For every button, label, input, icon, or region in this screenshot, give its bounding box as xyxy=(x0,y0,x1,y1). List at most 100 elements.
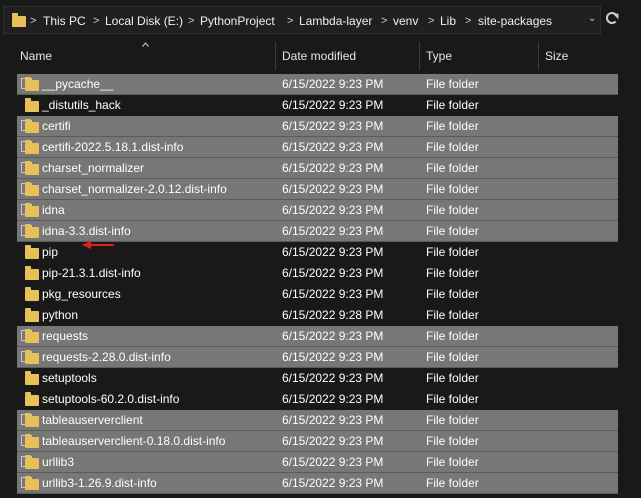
file-name: urllib3-1.26.9.dist-info xyxy=(42,476,157,490)
date-modified: 6/15/2022 9:23 PM xyxy=(282,161,384,175)
folder-icon xyxy=(25,77,39,91)
column-name[interactable]: Name xyxy=(20,49,52,63)
file-name: pip xyxy=(42,245,59,259)
breadcrumb-venv[interactable]: venv xyxy=(393,13,418,29)
file-name: requests-2.28.0.dist-info xyxy=(42,350,171,364)
breadcrumb-site-packages[interactable]: site-packages xyxy=(478,13,552,29)
folder-icon xyxy=(25,329,39,343)
folder-icon xyxy=(25,161,39,175)
file-name: __pycache__ xyxy=(42,77,114,91)
file-type: File folder xyxy=(426,98,479,112)
folder-icon xyxy=(25,203,39,217)
folder-icon xyxy=(25,287,39,301)
date-modified: 6/15/2022 9:23 PM xyxy=(282,98,384,112)
breadcrumb-separator[interactable]: > xyxy=(93,13,99,29)
folder-icon xyxy=(25,371,39,385)
list-item[interactable]: certifi 6/15/2022 9:23 PM File folder xyxy=(17,116,618,137)
folder-icon xyxy=(25,308,39,322)
breadcrumb-separator[interactable]: > xyxy=(428,13,434,29)
file-type: File folder xyxy=(426,182,479,196)
file-name: tableauserverclient-0.18.0.dist-info xyxy=(42,434,226,448)
column-divider[interactable] xyxy=(419,42,420,70)
breadcrumb-separator[interactable]: > xyxy=(465,13,471,29)
list-item[interactable]: idna-3.3.dist-info 6/15/2022 9:23 PM File … xyxy=(17,221,618,242)
folder-icon xyxy=(25,224,39,238)
file-type: File folder xyxy=(426,350,479,364)
refresh-icon[interactable] xyxy=(606,12,618,24)
list-item[interactable]: urllib3-1.26.9.dist-info 6/15/2022 9:23 P… xyxy=(17,473,618,494)
date-modified: 6/15/2022 9:23 PM xyxy=(282,119,384,133)
date-modified: 6/15/2022 9:23 PM xyxy=(282,266,384,280)
list-item[interactable]: python 6/15/2022 9:28 PM File folder xyxy=(17,305,618,326)
date-modified: 6/15/2022 9:28 PM xyxy=(282,308,384,322)
date-modified: 6/15/2022 9:23 PM xyxy=(282,245,384,259)
breadcrumb-separator[interactable]: > xyxy=(188,13,194,29)
file-type: File folder xyxy=(426,245,479,259)
file-type: File folder xyxy=(426,119,479,133)
breadcrumb-this-pc[interactable]: This PC xyxy=(43,13,86,29)
list-item[interactable]: charset_normalizer 6/15/2022 9:23 PM File … xyxy=(17,158,618,179)
date-modified: 6/15/2022 9:23 PM xyxy=(282,182,384,196)
column-size[interactable]: Size xyxy=(545,49,568,63)
folder-icon xyxy=(12,13,26,27)
list-item[interactable]: certifi-2022.5.18.1.dist-info 6/15/2022 9… xyxy=(17,137,618,158)
list-item[interactable]: requests 6/15/2022 9:23 PM File folder xyxy=(17,326,618,347)
column-type[interactable]: Type xyxy=(426,49,452,63)
file-name: setuptools xyxy=(42,371,97,385)
breadcrumb-separator[interactable]: > xyxy=(30,13,36,29)
date-modified: 6/15/2022 9:23 PM xyxy=(282,392,384,406)
folder-icon xyxy=(25,476,39,490)
folder-icon xyxy=(25,413,39,427)
file-type: File folder xyxy=(426,161,479,175)
breadcrumb-lambda-layer[interactable]: Lambda-layer xyxy=(299,13,372,29)
file-name: python xyxy=(42,308,79,322)
list-item[interactable]: _distutils_hack 6/15/2022 9:23 PM File fol… xyxy=(17,95,618,116)
address-bar: > This PC > Local Disk (E:) > PythonProj… xyxy=(0,0,641,38)
file-name: pkg_resources xyxy=(42,287,121,301)
file-name: urllib3 xyxy=(42,455,75,469)
file-name: pip-21.3.1.dist-info xyxy=(42,266,141,280)
file-name: requests xyxy=(42,329,89,343)
list-item[interactable]: setuptools 6/15/2022 9:23 PM File folder xyxy=(17,368,618,389)
list-item[interactable]: pip-21.3.1.dist-info 6/15/2022 9:23 PM Fil… xyxy=(17,263,618,284)
breadcrumb-separator[interactable]: > xyxy=(287,13,293,29)
file-name: charset_normalizer-2.0.12.dist-info xyxy=(42,182,227,196)
file-name: certifi-2022.5.18.1.dist-info xyxy=(42,140,184,154)
list-item[interactable]: charset_normalizer-2.0.12.dist-info 6/15/… xyxy=(17,179,618,200)
breadcrumb-lib[interactable]: Lib xyxy=(440,13,456,29)
column-divider[interactable] xyxy=(275,42,276,70)
folder-icon xyxy=(25,140,39,154)
list-item[interactable]: __pycache__ 6/15/2022 9:23 PM File folder xyxy=(17,74,618,95)
folder-icon xyxy=(25,182,39,196)
file-type: File folder xyxy=(426,203,479,217)
file-name: charset_normalizer xyxy=(42,161,145,175)
date-modified: 6/15/2022 9:23 PM xyxy=(282,140,384,154)
file-name: idna xyxy=(42,203,65,217)
list-item[interactable]: tableauserverclient 6/15/2022 9:23 PM File… xyxy=(17,410,618,431)
breadcrumb-local-disk[interactable]: Local Disk (E:) xyxy=(105,13,183,29)
column-date-modified[interactable]: Date modified xyxy=(282,49,356,63)
chevron-down-icon[interactable]: ⌄ xyxy=(588,13,596,24)
date-modified: 6/15/2022 9:23 PM xyxy=(282,287,384,301)
folder-icon xyxy=(25,266,39,280)
folder-icon xyxy=(25,98,39,112)
column-divider[interactable] xyxy=(538,42,539,70)
list-item[interactable]: urllib3 6/15/2022 9:23 PM File folder xyxy=(17,452,618,473)
list-item[interactable]: requests-2.28.0.dist-info 6/15/2022 9:23 … xyxy=(17,347,618,368)
date-modified: 6/15/2022 9:23 PM xyxy=(282,203,384,217)
list-item[interactable]: setuptools-60.2.0.dist-info 6/15/2022 9:2… xyxy=(17,389,618,410)
date-modified: 6/15/2022 9:23 PM xyxy=(282,350,384,364)
file-name: certifi xyxy=(42,119,71,133)
list-item[interactable]: tableauserverclient-0.18.0.dist-info 6/15… xyxy=(17,431,618,452)
list-item[interactable]: idna 6/15/2022 9:23 PM File folder xyxy=(17,200,618,221)
list-item[interactable]: pkg_resources 6/15/2022 9:23 PM File folde… xyxy=(17,284,618,305)
breadcrumb-pythonproject[interactable]: PythonProject xyxy=(200,13,275,29)
file-type: File folder xyxy=(426,77,479,91)
red-arrow-icon xyxy=(82,241,114,249)
date-modified: 6/15/2022 9:23 PM xyxy=(282,77,384,91)
address-box[interactable]: > This PC > Local Disk (E:) > PythonProj… xyxy=(3,6,601,34)
breadcrumb-separator[interactable]: > xyxy=(381,13,387,29)
file-type: File folder xyxy=(426,224,479,238)
file-type: File folder xyxy=(426,476,479,490)
column-header: Name Date modified Type Size xyxy=(0,38,641,70)
